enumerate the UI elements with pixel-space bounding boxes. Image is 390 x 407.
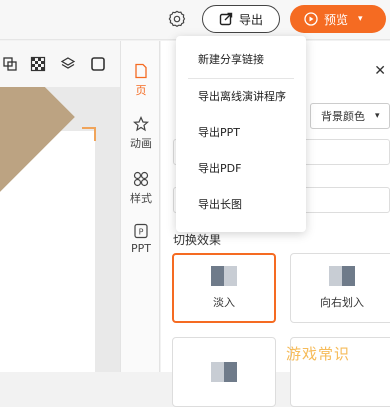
canvas-toolbar bbox=[0, 41, 120, 87]
preview-button[interactable]: 预览 ▾ bbox=[290, 5, 386, 33]
export-dropdown-menu: 新建分享链接 导出离线演讲程序 导出PPT 导出PDF 导出长图 bbox=[176, 36, 306, 232]
tab-page-label: 页 bbox=[135, 84, 147, 97]
layers-icon[interactable] bbox=[60, 56, 76, 72]
tab-animation[interactable]: 动画 bbox=[121, 116, 161, 151]
chevron-down-icon[interactable]: ▾ bbox=[358, 14, 363, 24]
transition-label: 向右划入 bbox=[320, 296, 364, 309]
transition-label: 淡入 bbox=[213, 296, 235, 309]
transparency-icon[interactable] bbox=[30, 56, 46, 72]
top-toolbar: 导出 预览 ▾ bbox=[0, 0, 390, 40]
transition-card[interactable]: 淡入 bbox=[172, 253, 276, 323]
settings-gear-icon[interactable] bbox=[168, 10, 186, 28]
menu-item-export-long-image[interactable]: 导出长图 bbox=[176, 187, 306, 223]
tab-style[interactable]: 样式 bbox=[121, 171, 161, 206]
ppt-icon: P bbox=[134, 223, 148, 239]
frame-icon[interactable] bbox=[90, 56, 106, 72]
tab-ppt[interactable]: P PPT bbox=[121, 223, 161, 255]
transition-card[interactable]: 向右划入 bbox=[290, 253, 390, 323]
menu-item-new-share-link[interactable]: 新建分享链接 bbox=[176, 42, 306, 78]
watermark: 游戏常识 bbox=[286, 345, 351, 363]
chevron-down-icon: ▾ bbox=[375, 111, 380, 121]
page-icon bbox=[135, 63, 147, 79]
transition-thumbnail bbox=[329, 266, 355, 286]
tab-page[interactable]: 页 bbox=[121, 63, 161, 98]
background-color-label: 背景颜色 bbox=[321, 110, 365, 123]
menu-item-export-pdf[interactable]: 导出PDF bbox=[176, 151, 306, 187]
background-color-select[interactable]: 背景颜色 ▾ bbox=[310, 103, 390, 129]
transition-title: 切换效果 bbox=[173, 233, 222, 247]
animation-icon bbox=[133, 116, 149, 132]
transition-card[interactable] bbox=[172, 337, 276, 407]
export-label: 导出 bbox=[238, 12, 263, 27]
transition-thumbnail bbox=[211, 362, 237, 382]
menu-item-export-ppt[interactable]: 导出PPT bbox=[176, 115, 306, 151]
tab-animation-label: 动画 bbox=[130, 137, 152, 150]
export-share-icon bbox=[219, 12, 233, 26]
slide-canvas[interactable] bbox=[0, 87, 120, 372]
ungroup-icon[interactable] bbox=[2, 56, 18, 72]
menu-item-export-offline[interactable]: 导出离线演讲程序 bbox=[176, 79, 306, 115]
svg-text:P: P bbox=[139, 228, 144, 237]
selection-corner-handle[interactable] bbox=[82, 127, 96, 141]
style-icon bbox=[133, 171, 149, 187]
tab-style-label: 样式 bbox=[130, 192, 152, 205]
tab-ppt-label: PPT bbox=[131, 242, 151, 255]
close-icon[interactable]: ✕ bbox=[374, 63, 386, 79]
transition-thumbnail bbox=[211, 266, 237, 286]
play-icon bbox=[304, 12, 318, 26]
export-button[interactable]: 导出 bbox=[202, 5, 280, 33]
preview-label: 预览 bbox=[324, 12, 349, 27]
side-tab-bar: 页 动画 样式 P PPT bbox=[120, 41, 160, 372]
